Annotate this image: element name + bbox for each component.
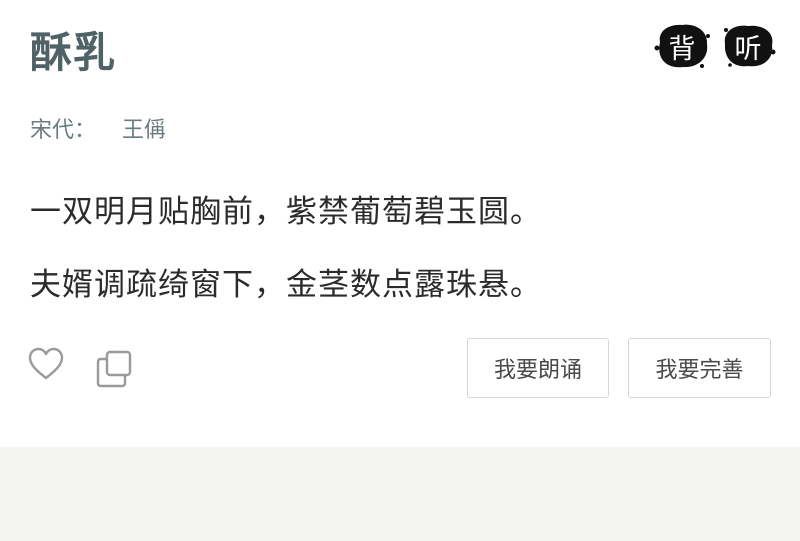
recite-button[interactable]: 背 [652,18,712,74]
listen-button[interactable]: 听 [718,18,778,74]
read-aloud-button[interactable]: 我要朗诵 [467,338,609,398]
listen-label: 听 [734,33,762,65]
poem-card: 酥乳 背 听 宋代： 王偁 一双明月贴胸前，紫禁葡萄碧玉圆。 夫婿调疏绮窗下，金茎… [0,0,800,447]
poem-line: 一双明月贴胸前，紫禁葡萄碧玉圆。 [30,194,542,230]
author-link[interactable]: 王偁 [122,118,166,143]
improve-button[interactable]: 我要完善 [628,338,771,398]
footer-band [0,447,800,541]
poem-title[interactable]: 酥乳 [30,26,116,80]
heart-outline-icon[interactable] [28,347,64,385]
dynasty-link[interactable]: 宋代： [30,118,96,143]
copy-icon[interactable] [96,350,134,392]
poem-line: 夫婿调疏绮窗下，金茎数点露珠悬。 [30,267,542,303]
poem-meta: 宋代： 王偁 [30,116,166,146]
recite-label: 背 [668,33,696,65]
